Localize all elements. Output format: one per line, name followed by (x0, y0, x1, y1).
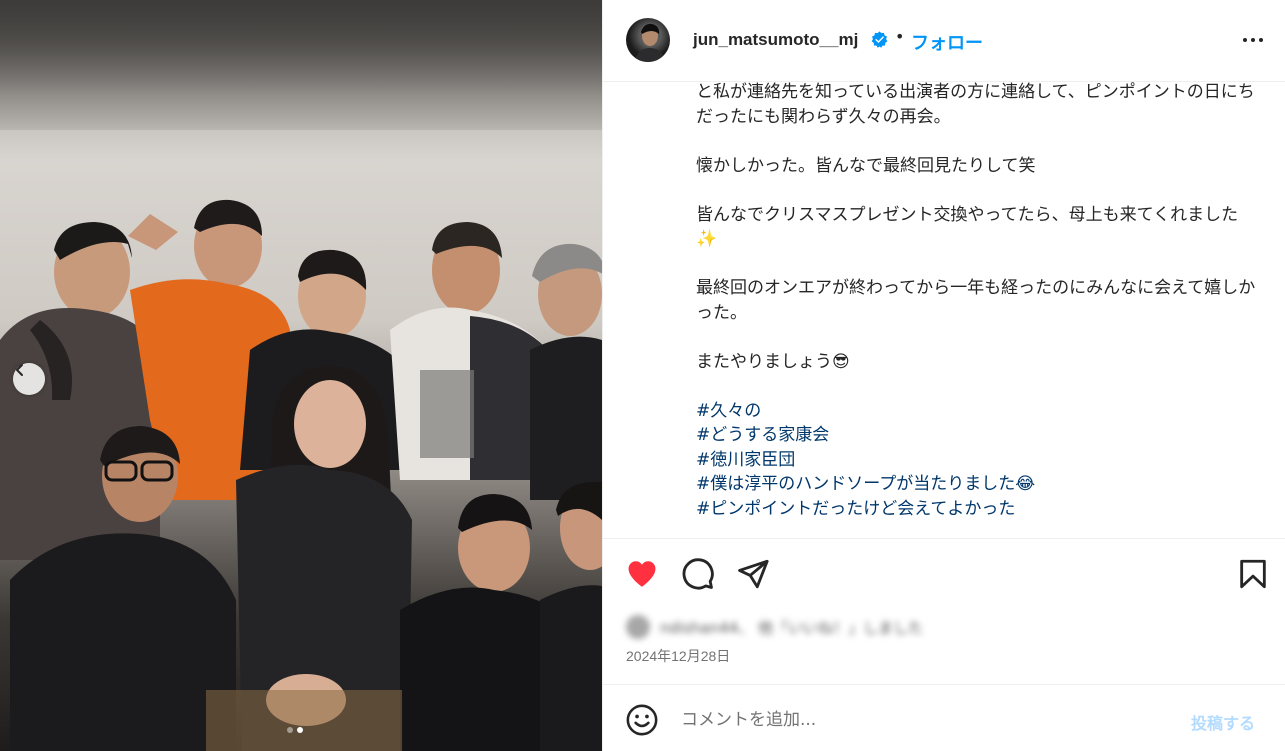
person-gray-hair (530, 243, 602, 500)
likes-summary[interactable]: ndishan44、 他「いいね！」しました (626, 612, 923, 642)
chevron-left-icon (16, 364, 23, 376)
post-photo (0, 0, 602, 751)
post-header: jun_matsumoto__mj • フォロー (603, 0, 1285, 82)
hashtag-link[interactable]: #久々の (696, 399, 1256, 424)
hashtag-list: #久々の #どうする家康会 #徳川家臣団 #僕は淳平のハンドソープが当たりました… (696, 399, 1256, 522)
caption-scroll-area[interactable]: と私が連絡先を知っている出演者の方に連絡して、ピンポイントの日にちだったにも関わ… (603, 82, 1285, 538)
post-date[interactable]: 2024年12月28日 (626, 646, 730, 666)
action-bar (603, 538, 1285, 608)
hashtag-link[interactable]: #ピンポイントだったけど会えてよかった (696, 497, 1256, 522)
author-avatar[interactable] (626, 18, 670, 62)
comment-bar: 投稿する (603, 684, 1285, 751)
liker-avatar (626, 615, 650, 639)
caption-paragraph: またやりましょう😎 (696, 351, 850, 372)
person-white-tshirt (390, 222, 548, 480)
caption-text: と私が連絡先を知っている出演者の方に連絡して、ピンポイントの日にちだったにも関わ… (696, 82, 1256, 521)
carousel-indicator (287, 727, 303, 733)
carousel-prev-button[interactable] (13, 363, 45, 395)
author-username[interactable]: jun_matsumoto__mj (693, 30, 858, 50)
bookmark-icon[interactable] (1236, 557, 1270, 591)
verified-badge-icon (871, 31, 888, 48)
avatar-photo-icon (634, 23, 666, 62)
carousel-dot (287, 727, 293, 733)
more-options-icon[interactable] (1241, 30, 1265, 50)
emoji-icon[interactable] (625, 703, 659, 737)
heart-filled-icon[interactable] (625, 557, 659, 591)
header-separator: • (895, 27, 905, 46)
post-sidebar: jun_matsumoto__mj • フォロー と私が連絡先を知っている出演者… (602, 0, 1285, 751)
likes-text-blurred: ndishan44、 他「いいね！」しました (660, 618, 924, 637)
caption-paragraph: と私が連絡先を知っている出演者の方に連絡して、ピンポイントの日にちだったにも関わ… (696, 82, 1255, 127)
caption-paragraph: 皆んなでクリスマスプレゼント交換やってたら、母上も来てくれました✨ (696, 204, 1239, 250)
share-icon[interactable] (736, 557, 770, 591)
group-photo-illustration (0, 199, 602, 751)
hashtag-link[interactable]: #どうする家康会 (696, 423, 1256, 448)
comment-icon[interactable] (681, 557, 715, 591)
hashtag-link[interactable]: #徳川家臣団 (696, 448, 1256, 473)
hashtag-link[interactable]: #僕は淳平のハンドソープが当たりました😂 (696, 472, 1256, 497)
caption-paragraph: 懐かしかった。皆んなで最終回見たりして笑 (696, 155, 1036, 176)
carousel-dot-active (297, 727, 303, 733)
caption-paragraph: 最終回のオンエアが終わってから一年も経ったのにみんなに会えて嬉しかった。 (696, 278, 1256, 323)
follow-button[interactable]: フォロー (911, 29, 983, 55)
person-far-right-front (540, 482, 602, 751)
post-comment-button[interactable]: 投稿する (1191, 710, 1255, 734)
comment-input[interactable] (681, 705, 1181, 735)
